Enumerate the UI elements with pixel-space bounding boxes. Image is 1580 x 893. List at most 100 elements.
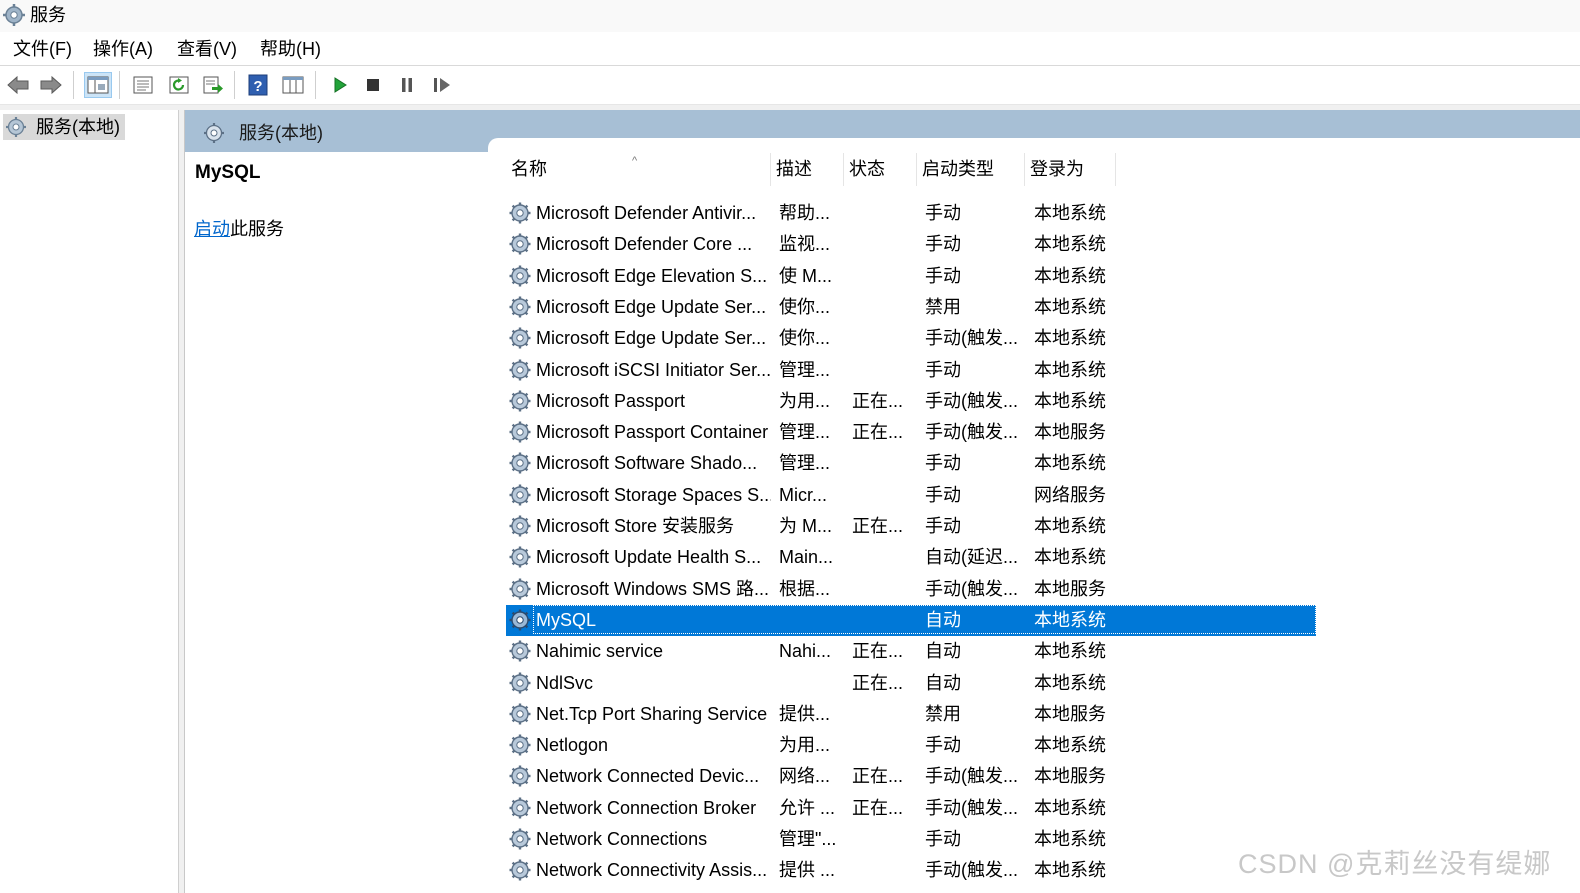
service-logon-cell: 本地系统 xyxy=(1034,516,1106,536)
service-logon-cell: 本地系统 xyxy=(1034,296,1106,317)
service-name-cell: Nahimic service xyxy=(536,641,664,662)
service-description-cell: 帮助... xyxy=(779,203,831,223)
tree-item-services-local[interactable]: 服务(本地) xyxy=(3,114,125,140)
service-name-cell: Microsoft Defender Antivir... xyxy=(536,203,757,223)
table-row[interactable]: NdlSvc 正在... 自动 本地系统 xyxy=(506,668,1316,699)
menu-view[interactable]: 查看(V) xyxy=(176,38,238,60)
service-startup-type-cell: 手动(触发... xyxy=(925,578,1018,599)
service-gear-icon xyxy=(509,734,531,756)
service-status-cell xyxy=(852,824,917,855)
service-startup-type-cell: 手动 xyxy=(925,265,961,286)
help-button[interactable]: ? xyxy=(244,72,272,98)
service-status-cell xyxy=(852,292,917,323)
service-logon-cell: 本地系统 xyxy=(1034,797,1106,818)
console-tree-icon xyxy=(87,76,109,94)
table-row[interactable]: Microsoft Software Shado... 管理... 手动 本地系统 xyxy=(506,448,1316,479)
service-description-cell: 使 M... xyxy=(779,265,832,286)
service-logon-cell: 本地系统 xyxy=(1034,609,1106,630)
service-name-cell: Net.Tcp Port Sharing Service xyxy=(536,703,768,724)
service-startup-type-cell: 手动 xyxy=(925,453,961,474)
table-row[interactable]: Microsoft Edge Update Ser... 使你... 禁用 本地系统 xyxy=(506,292,1316,323)
service-description-cell: 管理... xyxy=(779,359,831,380)
pause-service-button[interactable] xyxy=(393,72,421,98)
start-service-button[interactable] xyxy=(326,72,354,98)
services-gear-icon xyxy=(204,123,224,143)
column-header-description[interactable]: 描述 xyxy=(771,153,844,186)
service-name-cell: Microsoft Passport Container xyxy=(536,422,769,443)
service-startup-type-cell: 手动(触发... xyxy=(925,390,1018,411)
table-row[interactable]: MySQL 自动 本地系统 xyxy=(506,604,1316,636)
service-name-cell: Microsoft Edge Update Ser... xyxy=(536,296,767,317)
service-startup-type-cell: 自动 xyxy=(925,672,961,693)
service-name-cell: Network Connections xyxy=(536,829,708,849)
toolbar: ? xyxy=(0,66,1580,105)
service-logon-cell: 本地服务 xyxy=(1034,578,1106,599)
column-header-status[interactable]: 状态 xyxy=(844,153,917,186)
service-description-cell: 管理... xyxy=(779,453,831,474)
back-button[interactable] xyxy=(4,72,32,98)
forward-button[interactable] xyxy=(37,72,65,98)
service-startup-type-cell: 手动(触发... xyxy=(925,797,1018,818)
table-row[interactable]: Microsoft iSCSI Initiator Ser... 管理... 手动 本… xyxy=(506,355,1316,386)
table-row[interactable]: Microsoft Edge Elevation S... 使 M... 手动 本地系… xyxy=(506,261,1316,292)
table-row[interactable]: Net.Tcp Port Sharing Service 提供... 禁用 本地服务 xyxy=(506,699,1316,730)
table-row[interactable]: Nahimic service Nahi... 正在... 自动 本地系统 xyxy=(506,636,1316,667)
service-logon-cell: 本地系统 xyxy=(1034,203,1106,223)
service-description-cell: 根据... xyxy=(779,578,831,599)
service-name-cell: Microsoft Storage Spaces S... xyxy=(536,484,771,505)
column-header-logon-as[interactable]: 登录为 xyxy=(1025,153,1116,186)
table-row[interactable]: Netlogon 为用... 手动 本地系统 xyxy=(506,730,1316,761)
service-startup-type-cell: 手动 xyxy=(925,359,961,380)
start-service-suffix: 此服务 xyxy=(230,219,284,239)
table-row[interactable]: Network Connection Broker 允许 ... 正在... 手动(触… xyxy=(506,793,1316,824)
menu-action[interactable]: 操作(A) xyxy=(92,38,154,60)
table-row[interactable]: Microsoft Passport Container 管理... 正在... 手动… xyxy=(506,417,1316,448)
table-row[interactable]: Microsoft Passport 为用... 正在... 手动(触发... 本地系统 xyxy=(506,386,1316,417)
service-gear-icon xyxy=(509,202,531,224)
service-gear-icon xyxy=(509,765,531,787)
service-startup-type-cell: 自动 xyxy=(925,641,961,662)
start-service-description: 启动此服务 xyxy=(194,218,284,240)
service-startup-type-cell: 手动 xyxy=(925,203,961,223)
service-name-cell: MySQL xyxy=(536,609,597,630)
table-row[interactable]: Microsoft Defender Core ... 监视... 手动 本地系统 xyxy=(506,229,1316,260)
service-description-cell: 使你... xyxy=(779,296,831,317)
show-console-tree-button[interactable] xyxy=(84,72,112,98)
menu-file[interactable]: 文件(F) xyxy=(12,38,73,60)
service-name-cell: Microsoft Update Health S... xyxy=(536,547,762,568)
table-row[interactable]: Network Connections 管理"... 手动 本地系统 xyxy=(506,824,1316,855)
service-startup-type-cell: 禁用 xyxy=(925,703,961,724)
back-icon xyxy=(7,75,29,95)
service-logon-cell: 本地系统 xyxy=(1034,390,1106,411)
menu-help[interactable]: 帮助(H) xyxy=(259,38,322,60)
service-description-cell: 提供... xyxy=(779,703,831,724)
mmc-view-button[interactable] xyxy=(279,72,307,98)
service-status-cell xyxy=(852,198,917,229)
table-row[interactable]: Microsoft Storage Spaces S... Micr... 手动 网络… xyxy=(506,480,1316,511)
table-row[interactable]: Microsoft Defender Antivir... 帮助... 手动 本地系统 xyxy=(506,198,1316,229)
table-row[interactable]: Microsoft Edge Update Ser... 使你... 手动(触发..… xyxy=(506,323,1316,354)
window-title: 服务 xyxy=(30,5,66,25)
column-header-startup-type[interactable]: 启动类型 xyxy=(917,153,1025,186)
service-startup-type-cell: 手动 xyxy=(925,735,961,756)
table-row[interactable]: Network Connectivity Assis... 提供 ... 手动(触发… xyxy=(506,855,1316,886)
table-row[interactable]: Microsoft Update Health S... Main... 自动(延迟… xyxy=(506,542,1316,573)
export-list-button[interactable] xyxy=(199,72,227,98)
service-startup-type-cell: 自动 xyxy=(925,609,961,630)
start-service-link[interactable]: 启动 xyxy=(194,219,230,239)
service-startup-type-cell: 自动(延迟... xyxy=(925,547,1018,568)
refresh-button[interactable] xyxy=(165,72,193,98)
service-name-cell: Network Connection Broker xyxy=(536,797,757,818)
service-description-cell: 网络... xyxy=(779,766,831,787)
restart-service-button[interactable] xyxy=(428,72,456,98)
column-header-name[interactable]: 名称 ^ xyxy=(506,153,771,186)
mmc-view-icon xyxy=(282,76,304,94)
table-row[interactable]: Network Connected Devic... 网络... 正在... 手动(触… xyxy=(506,761,1316,792)
table-row[interactable]: Microsoft Store 安装服务 为 M... 正在... 手动 本地系统 xyxy=(506,511,1316,542)
details-pane: 服务(本地) MySQL 启动此服务 名称 ^ 描述 状态 启动类型 登录为 M… xyxy=(185,110,1580,893)
service-description-cell: Main... xyxy=(779,547,834,568)
service-gear-icon xyxy=(509,578,531,600)
stop-service-button[interactable] xyxy=(359,72,387,98)
table-row[interactable]: Microsoft Windows SMS 路... 根据... 手动(触发... 本… xyxy=(506,574,1316,605)
properties-button[interactable] xyxy=(129,72,157,98)
